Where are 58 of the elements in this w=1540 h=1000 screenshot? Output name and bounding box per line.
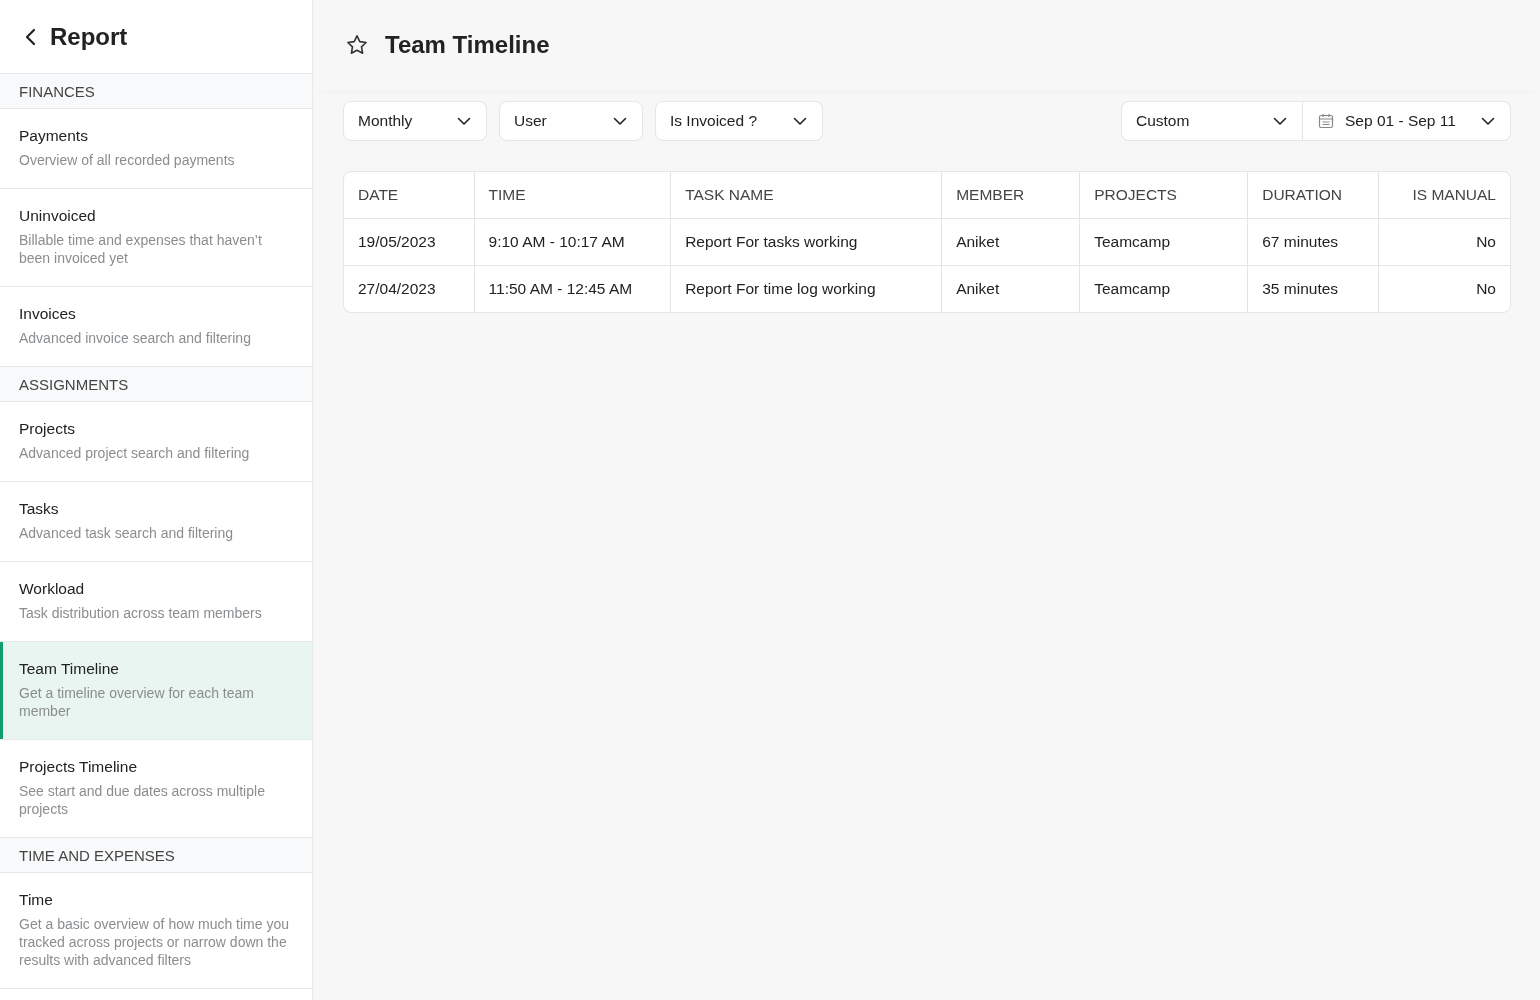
section-heading: TIME AND EXPENSES — [0, 838, 312, 873]
sidebar-item[interactable]: Uninvoiced Billable time and expenses that haven’t been invoiced yet — [0, 189, 312, 287]
table-cell: 19/05/2023 — [344, 219, 475, 266]
table-cell: Aniket — [942, 219, 1081, 266]
item-description: Advanced task search and filtering — [19, 524, 234, 542]
table-cell: 11:50 AM - 12:45 AM — [474, 266, 672, 312]
page-title: Team Timeline — [385, 31, 550, 59]
item-title: Tasks — [19, 500, 60, 518]
item-title: Workload — [19, 580, 86, 598]
item-title: Invoices — [19, 305, 77, 323]
table-cell: No — [1378, 219, 1510, 266]
item-description: Get a timeline overview for each team member — [19, 684, 255, 720]
table-cell: Aniket — [942, 266, 1081, 312]
filter-dropdown[interactable]: Is Invoiced ? — [655, 101, 823, 141]
sidebar-item[interactable]: Projects Advanced project search and filtering — [0, 402, 312, 482]
column-header: IS MANUAL — [1378, 172, 1510, 219]
item-description: Billable time and expenses that haven’t been invoiced yet — [19, 231, 263, 267]
filter-dropdown[interactable]: Monthly — [343, 101, 487, 141]
section-heading: ASSIGNMENTS — [0, 367, 312, 402]
item-description: Overview of all recorded payments — [19, 151, 236, 169]
column-header: TASK NAME — [671, 172, 943, 219]
calendar-icon — [1317, 112, 1335, 130]
table-cell: Report For tasks working — [671, 219, 943, 266]
sidebar-item[interactable]: Payments Overview of all recorded payments — [0, 109, 312, 189]
item-description: Task distribution across team members — [19, 604, 263, 622]
column-header: MEMBER — [942, 172, 1081, 219]
back-chevron-icon[interactable] — [24, 26, 38, 47]
period-dropdown[interactable]: Custom — [1122, 102, 1302, 140]
table-cell: Teamcamp — [1080, 219, 1249, 266]
item-description: Advanced project search and filtering — [19, 444, 251, 462]
table-cell: Teamcamp — [1080, 266, 1249, 312]
item-title: Time — [19, 891, 54, 909]
item-title: Uninvoiced — [19, 207, 97, 225]
item-title: Team Timeline — [19, 660, 120, 678]
table-cell: Report For time log working — [671, 266, 943, 312]
table-cell-text: No — [1475, 279, 1497, 299]
sidebar-item[interactable]: Tasks Advanced task search and filtering — [0, 482, 312, 562]
date-range-dropdown[interactable]: Sep 01 - Sep 11 — [1302, 102, 1510, 140]
item-description: Advanced invoice search and filtering — [19, 329, 252, 347]
section-heading: FINANCES — [0, 74, 312, 109]
table-cell: 67 minutes — [1248, 219, 1379, 266]
item-title: Payments — [19, 127, 89, 145]
table-cell: 9:10 AM - 10:17 AM — [474, 219, 672, 266]
column-header: TIME — [474, 172, 672, 219]
column-header: DURATION — [1248, 172, 1379, 219]
item-description: See start and due dates across multiple projects — [19, 782, 266, 818]
item-description: Get a basic overview of how much time you tracked across projects or narrow down the results with advanced filters — [19, 915, 290, 969]
sidebar-title: Report — [50, 22, 128, 51]
column-header: PROJECTS — [1080, 172, 1249, 219]
filter-dropdown[interactable]: User — [499, 101, 643, 141]
item-title: Projects Timeline — [19, 758, 138, 776]
item-title: Projects — [19, 420, 76, 438]
table-cell: 27/04/2023 — [344, 266, 475, 312]
sidebar-item[interactable]: Team Timeline Get a timeline overview for each team member — [0, 642, 312, 740]
table-cell: 35 minutes — [1248, 266, 1379, 312]
sidebar-item[interactable]: Time Get a basic overview of how much time you tracked across projects or narrow down the results with advanced filters — [0, 873, 312, 989]
column-header: DATE — [344, 172, 475, 219]
star-icon[interactable] — [345, 33, 369, 57]
